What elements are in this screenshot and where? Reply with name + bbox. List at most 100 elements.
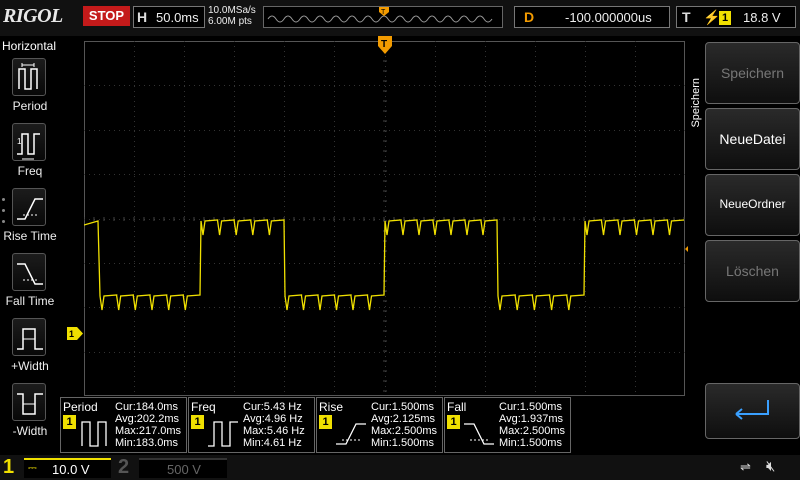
trigger-edge-icon: ⚡ bbox=[703, 9, 721, 25]
measurement-values: Cur:1.500ms Avg:1.937ms Max:2.500ms Min:… bbox=[499, 401, 565, 449]
average-value: Avg:4.96 Hz bbox=[243, 413, 303, 425]
memory-depth: 6.00M pts bbox=[208, 16, 252, 27]
new-file-button-label: NeueDatei bbox=[719, 131, 786, 147]
rise-time-icon bbox=[12, 188, 46, 226]
acquisition-info: 10.0MSa/s 6.00M pts bbox=[208, 5, 256, 27]
channel-marker-label: 1 bbox=[69, 329, 74, 339]
measurement-rise[interactable]: Rise 1 Cur:1.500ms Avg:2.125ms Max:2.500… bbox=[316, 397, 443, 453]
delay-box[interactable]: D -100.000000us bbox=[514, 6, 670, 28]
dc-coupling-icon: ⎓ bbox=[28, 462, 37, 474]
menu-item-positive-width[interactable]: +Width bbox=[0, 318, 60, 382]
trigger-position-marker[interactable]: T bbox=[378, 36, 392, 56]
measurement-channel-badge: 1 bbox=[447, 415, 460, 429]
menu-item-label: Freq bbox=[17, 164, 43, 178]
average-value: Avg:2.125ms bbox=[371, 413, 436, 425]
current-value: Cur:1.500ms bbox=[499, 401, 562, 413]
frequency-icon: 1 bbox=[12, 123, 46, 161]
channel-1-scale-box[interactable]: ⎓ 10.0 V bbox=[24, 458, 111, 478]
channel-2-scale: 500 V bbox=[167, 462, 201, 477]
memory-overview-waveform: T bbox=[267, 7, 493, 23]
menu-item-negative-width[interactable]: -Width bbox=[0, 383, 60, 447]
measurement-fall[interactable]: Fall 1 Cur:1.500ms Avg:1.937ms Max:2.500… bbox=[444, 397, 571, 453]
top-status-bar: RIGOL STOP H 50.0ms 10.0MSa/s 6.00M pts … bbox=[0, 0, 800, 36]
positive-width-icon bbox=[12, 318, 46, 356]
channel-1-number[interactable]: 1 bbox=[3, 456, 23, 480]
max-value: Max:2.500ms bbox=[371, 425, 438, 437]
new-folder-button-label: NeueOrdner bbox=[719, 197, 786, 211]
delay-value: -100.000000us bbox=[565, 10, 652, 25]
max-value: Max:2.500ms bbox=[499, 425, 566, 437]
enter-icon bbox=[735, 400, 769, 420]
min-value: Min:1.500ms bbox=[371, 437, 434, 449]
current-value: Cur:1.500ms bbox=[371, 401, 434, 413]
menu-item-fall-time[interactable]: Fall Time bbox=[0, 253, 60, 317]
measure-menu: Horizontal Period 1 Freq Rise Time Fall … bbox=[0, 36, 60, 454]
delete-button[interactable]: Löschen bbox=[705, 240, 800, 302]
enter-button[interactable] bbox=[705, 383, 800, 439]
measurement-values: Cur:5.43 Hz Avg:4.96 Hz Max:5.46 Hz Min:… bbox=[243, 401, 305, 449]
speaker-muted-icon[interactable]: 🔇︎ bbox=[766, 458, 775, 475]
menu-item-label: Fall Time bbox=[5, 294, 55, 308]
trigger-channel-badge: 1 bbox=[719, 11, 731, 25]
channel-1-scale: 10.0 V bbox=[52, 462, 90, 477]
measurement-values: Cur:1.500ms Avg:2.125ms Max:2.500ms Min:… bbox=[371, 401, 437, 449]
current-value: Cur:184.0ms bbox=[115, 401, 178, 413]
min-value: Min:1.500ms bbox=[499, 437, 562, 449]
channel-2-number[interactable]: 2 bbox=[118, 456, 129, 479]
average-value: Avg:1.937ms bbox=[499, 413, 564, 425]
menu-item-label: +Width bbox=[11, 359, 49, 373]
negative-width-icon bbox=[12, 383, 46, 421]
trigger-box[interactable]: T ⚡ 1 18.8 V bbox=[676, 6, 796, 28]
waveform-display[interactable] bbox=[83, 40, 685, 396]
trigger-position-label: T bbox=[381, 39, 387, 50]
delete-button-label: Löschen bbox=[726, 263, 779, 279]
trigger-level: 18.8 V bbox=[743, 10, 781, 25]
measurement-channel-badge: 1 bbox=[63, 415, 76, 429]
save-button[interactable]: Speichern bbox=[705, 42, 800, 104]
average-value: Avg:202.2ms bbox=[115, 413, 180, 425]
measurement-title: Freq bbox=[191, 400, 216, 414]
measurement-title: Rise bbox=[319, 400, 344, 414]
channel-status-bar: 1 ⎓ 10.0 V 2 500 V ⇌ 🔇︎ bbox=[0, 455, 800, 480]
rigol-logo: RIGOL bbox=[3, 5, 63, 27]
menu-item-freq[interactable]: 1 Freq bbox=[0, 123, 60, 187]
frequency-icon bbox=[208, 421, 238, 447]
horizontal-label: H bbox=[137, 9, 148, 25]
max-value: Max:217.0ms bbox=[115, 425, 182, 437]
new-file-button[interactable]: NeueDatei bbox=[705, 108, 800, 170]
measurement-title: Fall bbox=[447, 400, 467, 414]
new-folder-button[interactable]: NeueOrdner bbox=[705, 174, 800, 236]
fall-time-icon bbox=[464, 423, 494, 445]
memory-overview-strip: T bbox=[263, 6, 503, 28]
sample-rate: 10.0MSa/s bbox=[208, 5, 256, 16]
min-value: Min:183.0ms bbox=[115, 437, 178, 449]
current-value: Cur:5.43 Hz bbox=[243, 401, 302, 413]
menu-title: Horizontal bbox=[2, 39, 57, 53]
channel-1-ground-marker[interactable]: 1 bbox=[67, 327, 83, 340]
waveform-grid bbox=[83, 40, 685, 396]
menu-item-rise-time[interactable]: Rise Time bbox=[0, 188, 60, 252]
channel-2-scale-box[interactable]: 500 V bbox=[139, 458, 227, 478]
fall-time-icon bbox=[12, 253, 46, 291]
save-button-label: Speichern bbox=[720, 65, 785, 81]
delay-label: D bbox=[524, 9, 535, 25]
run-stop-indicator[interactable]: STOP bbox=[83, 6, 130, 26]
menu-item-label: Rise Time bbox=[3, 229, 57, 243]
measurement-values: Cur:184.0ms Avg:202.2ms Max:217.0ms Min:… bbox=[115, 401, 181, 449]
channel-1-trace bbox=[83, 219, 685, 311]
measurement-freq[interactable]: Freq 1 Cur:5.43 Hz Avg:4.96 Hz Max:5.46 … bbox=[188, 397, 315, 453]
system-icons: ⇌ 🔇︎ bbox=[706, 458, 800, 478]
measurement-title: Period bbox=[63, 400, 98, 414]
save-menu: Speichern Speichern NeueDatei NeueOrdner… bbox=[688, 36, 800, 454]
menu-item-label: -Width bbox=[12, 424, 48, 438]
menu-item-label: Period bbox=[12, 99, 48, 113]
measurement-period[interactable]: Period 1 Cur:184.0ms Avg:202.2ms Max:217… bbox=[60, 397, 187, 453]
memory-trigger-marker: T bbox=[381, 9, 386, 16]
svg-text:1: 1 bbox=[17, 137, 22, 146]
period-icon bbox=[81, 421, 107, 447]
save-menu-title: Speichern bbox=[690, 78, 702, 128]
menu-page-dots bbox=[2, 198, 6, 231]
timebase-box[interactable]: H 50.0ms bbox=[133, 6, 205, 28]
measurement-channel-badge: 1 bbox=[191, 415, 204, 429]
menu-item-period[interactable]: Period bbox=[0, 58, 60, 122]
